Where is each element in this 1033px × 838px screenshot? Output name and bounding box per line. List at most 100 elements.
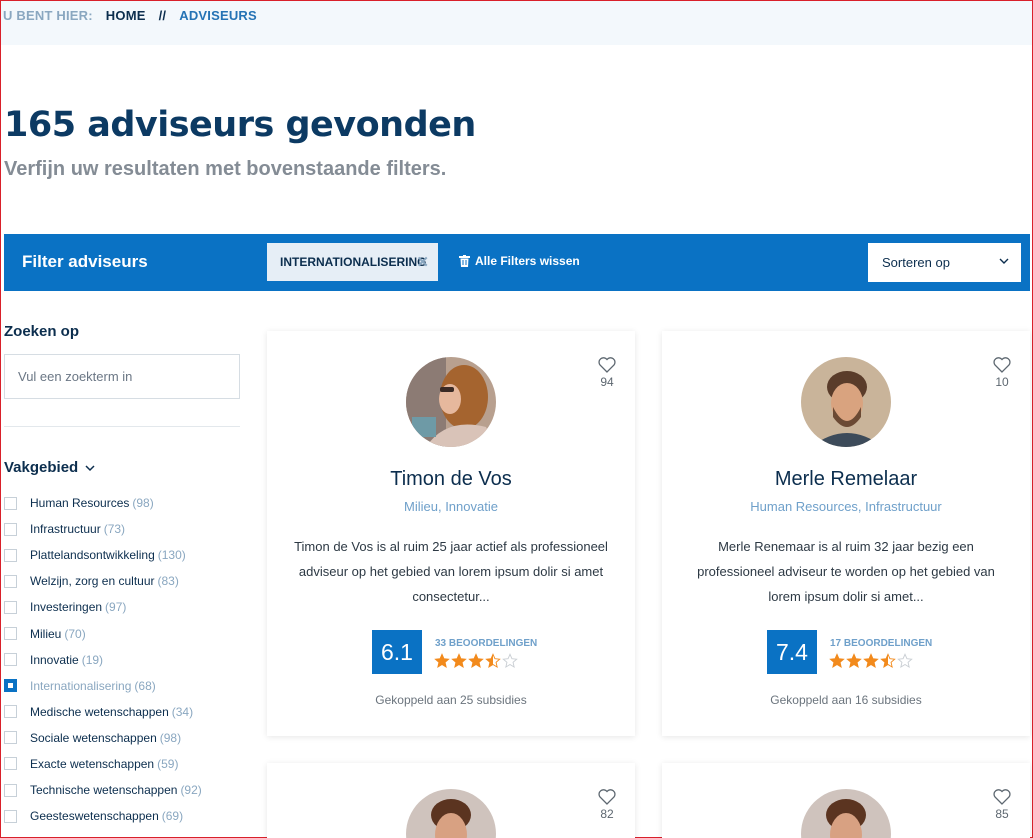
facet-checkbox[interactable] [4, 627, 17, 641]
facet-option[interactable]: Technische wetenschappen (92) [4, 777, 202, 803]
heart-icon [993, 789, 1011, 805]
star-icon [829, 653, 845, 668]
facet-title: Vakgebied [4, 459, 79, 476]
linked-subsidies: Gekoppeld aan 16 subsidies [770, 693, 922, 707]
favorite-toggle[interactable]: 94 [597, 357, 617, 389]
facet-count: (98) [159, 730, 182, 745]
linked-subsidies: Gekoppeld aan 25 subsidies [375, 693, 527, 707]
facet-label: Innovatie [30, 652, 79, 667]
search-label: Zoeken op [4, 323, 80, 340]
facet-option[interactable]: Investeringen (97) [4, 594, 202, 620]
avatar [406, 357, 496, 447]
facet-label: Milieu [30, 626, 62, 641]
clear-all-filters-button[interactable]: Alle Filters wissen [459, 254, 580, 268]
facet-label: Infrastructuur [30, 522, 101, 537]
facet-option[interactable]: Innovatie (19) [4, 647, 202, 673]
heart-icon [598, 357, 616, 373]
facet-count: (34) [171, 704, 194, 719]
facet-checkbox[interactable] [4, 757, 17, 771]
sort-select-label: Sorteren op [882, 255, 950, 270]
heart-icon [993, 357, 1011, 373]
facet-option[interactable]: Infrastructuur (73) [4, 516, 202, 542]
facet-checkbox[interactable] [4, 783, 17, 797]
advisor-card[interactable]: 94 Timon de Vos Milieu, Innovatie Timon … [267, 331, 635, 736]
facet-checkbox[interactable] [4, 574, 17, 588]
favorite-count: 82 [600, 807, 614, 821]
facet-checkbox[interactable] [4, 600, 17, 614]
advisor-tags[interactable]: Human Resources, Infrastructuur [662, 499, 1030, 514]
breadcrumb-prefix: U BENT HIER: [3, 8, 93, 23]
facet-checkbox[interactable] [4, 679, 17, 693]
advisor-tags[interactable]: Milieu, Innovatie [267, 499, 635, 514]
favorite-toggle[interactable]: 10 [992, 357, 1012, 389]
facet-checkbox[interactable] [4, 809, 17, 823]
star-icon [451, 653, 467, 668]
facet-count: (130) [157, 548, 186, 563]
advisor-name[interactable]: Timon de Vos [267, 468, 635, 491]
facet-option[interactable]: Welzijn, zorg en cultuur (83) [4, 568, 202, 594]
facet-label: Plattelandsontwikkeling [30, 548, 155, 563]
facet-toggle-vakgebied[interactable]: Vakgebied [4, 459, 95, 476]
avatar [801, 789, 891, 838]
sort-select[interactable]: Sorteren op [868, 243, 1021, 282]
star-rating [434, 653, 518, 669]
clear-all-label: Alle Filters wissen [475, 254, 580, 268]
facet-label: Medische wetenschappen [30, 704, 169, 719]
facet-option[interactable]: Internationalisering (68) [4, 673, 202, 699]
favorite-count: 94 [600, 375, 614, 389]
avatar [406, 789, 496, 838]
score-badge: 6.1 [372, 630, 422, 674]
facet-label: Human Resources [30, 496, 130, 511]
trash-icon [459, 255, 470, 267]
facet-checkbox[interactable] [4, 705, 17, 719]
facet-checkbox[interactable] [4, 522, 17, 536]
facet-label: Sociale wetenschappen [30, 730, 157, 745]
breadcrumb-home-link[interactable]: HOME [106, 8, 146, 23]
star-icon [863, 653, 879, 668]
facet-count: (19) [81, 652, 104, 667]
facet-count: (92) [180, 783, 202, 798]
favorite-toggle[interactable]: 82 [597, 789, 617, 821]
star-icon [846, 653, 862, 668]
star-icon [434, 653, 450, 668]
review-count[interactable]: 17 BEOORDELINGEN [830, 638, 932, 649]
facet-count: (73) [103, 522, 126, 537]
favorite-count: 85 [995, 807, 1009, 821]
advisor-name[interactable]: Merle Remelaar [662, 468, 1030, 491]
sidebar-divider [4, 426, 240, 427]
facet-option[interactable]: Plattelandsontwikkeling (130) [4, 542, 202, 568]
review-count[interactable]: 33 BEOORDELINGEN [435, 638, 537, 649]
remove-filter-icon[interactable]: ✕ [416, 253, 429, 271]
facet-count: (83) [157, 574, 179, 589]
star-icon [897, 653, 913, 668]
advisor-description: Timon de Vos is al ruim 25 jaar actief a… [294, 539, 608, 604]
facet-checkbox[interactable] [4, 731, 17, 745]
breadcrumb-separator: // [158, 8, 167, 23]
facet-label: Geesteswetenschappen [30, 809, 159, 824]
chevron-down-icon [85, 464, 95, 471]
facet-option[interactable]: Human Resources (98) [4, 490, 202, 516]
page-title: 165 adviseurs gevonden [4, 105, 476, 145]
facet-count: (69) [161, 809, 184, 824]
facet-checkbox[interactable] [4, 496, 17, 510]
active-filter-label: INTERNATIONALISERING [280, 255, 427, 269]
advisor-card[interactable]: 10 Merle Remelaar Human Resources, Infra… [662, 331, 1030, 736]
active-filter-chip[interactable]: INTERNATIONALISERING ✕ [267, 243, 438, 281]
favorite-toggle[interactable]: 85 [992, 789, 1012, 821]
page-subtitle: Verfijn uw resultaten met bovenstaande f… [4, 158, 447, 180]
facet-checkbox[interactable] [4, 653, 17, 667]
facet-option[interactable]: Geesteswetenschappen (69) [4, 803, 202, 829]
facet-option[interactable]: Sociale wetenschappen (98) [4, 725, 202, 751]
facet-option[interactable]: Exacte wetenschappen (59) [4, 751, 202, 777]
facet-option[interactable]: Milieu (70) [4, 620, 202, 646]
facet-count: (70) [64, 626, 86, 641]
facet-option[interactable]: Medische wetenschappen (34) [4, 699, 202, 725]
star-icon [485, 653, 501, 668]
facet-label: Internationalisering [30, 678, 132, 693]
advisor-card[interactable]: 82 [267, 763, 635, 838]
advisor-card[interactable]: 85 [662, 763, 1030, 838]
facet-checkbox[interactable] [4, 548, 17, 562]
facet-count: (59) [157, 756, 179, 771]
star-icon [468, 653, 484, 668]
search-input[interactable] [4, 354, 240, 399]
